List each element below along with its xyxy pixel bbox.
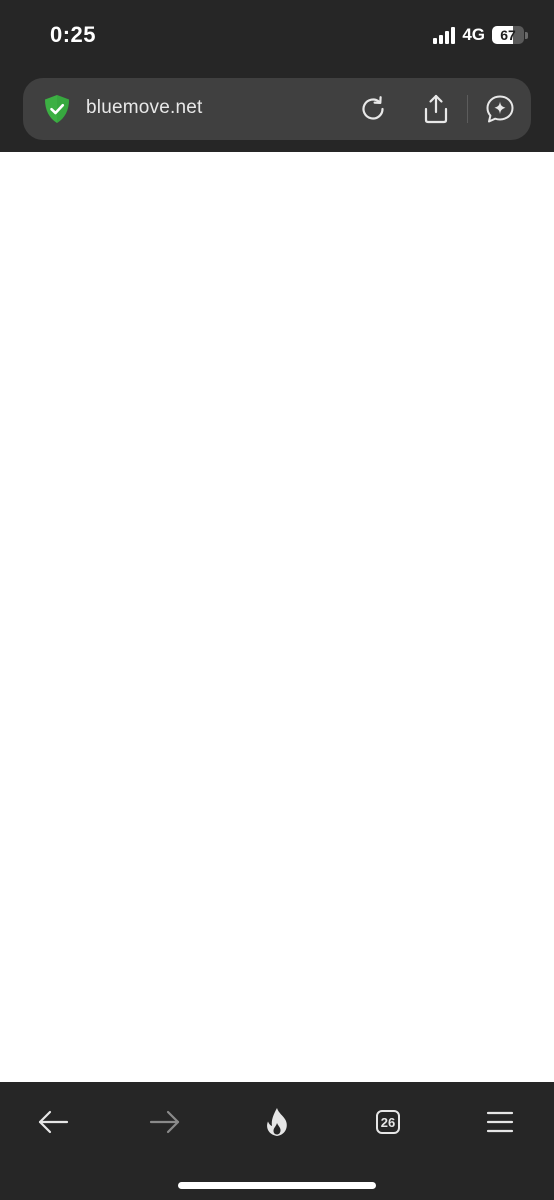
browser-screen: 0:25 4G 67 bluemove.net 26 <box>0 0 554 1200</box>
battery-level: 67 <box>500 27 516 43</box>
forward-button[interactable] <box>145 1102 185 1142</box>
signal-bar <box>445 30 450 44</box>
shield-check-icon[interactable] <box>41 93 73 125</box>
cellular-signal-icon <box>433 26 456 44</box>
hot-button[interactable] <box>257 1102 297 1142</box>
address-bar[interactable]: bluemove.net <box>23 78 531 140</box>
battery-body: 67 <box>492 26 524 44</box>
battery-icon: 67 <box>492 26 528 44</box>
tabs-count: 26 <box>380 1114 396 1130</box>
share-icon <box>424 94 448 124</box>
address-bar-divider <box>467 95 468 123</box>
reload-icon <box>362 96 384 120</box>
battery-cap <box>525 31 528 39</box>
top-chrome: 0:25 4G 67 bluemove.net <box>0 0 554 152</box>
bottom-toolbar: 26 <box>0 1082 554 1200</box>
url-text[interactable]: bluemove.net <box>86 97 202 119</box>
tabs-icon: 26 <box>376 1110 400 1134</box>
arrow-right-icon <box>149 1110 180 1134</box>
network-type: 4G <box>462 25 485 44</box>
status-bar: 0:25 4G 67 <box>0 0 554 72</box>
ai-assistant-button[interactable] <box>483 92 517 126</box>
share-button[interactable] <box>419 92 453 126</box>
signal-bar <box>451 26 456 44</box>
signal-bar <box>439 34 444 44</box>
menu-button[interactable] <box>480 1102 520 1142</box>
status-time: 0:25 <box>50 22 97 47</box>
hamburger-menu-icon <box>486 1111 514 1133</box>
tabs-button[interactable]: 26 <box>368 1102 408 1142</box>
web-content[interactable] <box>0 152 554 1082</box>
ai-chat-sparkle-icon <box>486 95 514 123</box>
flame-icon <box>267 1108 287 1136</box>
arrow-left-icon <box>38 1110 69 1134</box>
back-button[interactable] <box>33 1102 73 1142</box>
home-indicator[interactable] <box>178 1182 376 1189</box>
status-indicators: 4G 67 <box>433 24 528 46</box>
signal-bar <box>433 37 438 44</box>
reload-button[interactable] <box>356 92 390 126</box>
